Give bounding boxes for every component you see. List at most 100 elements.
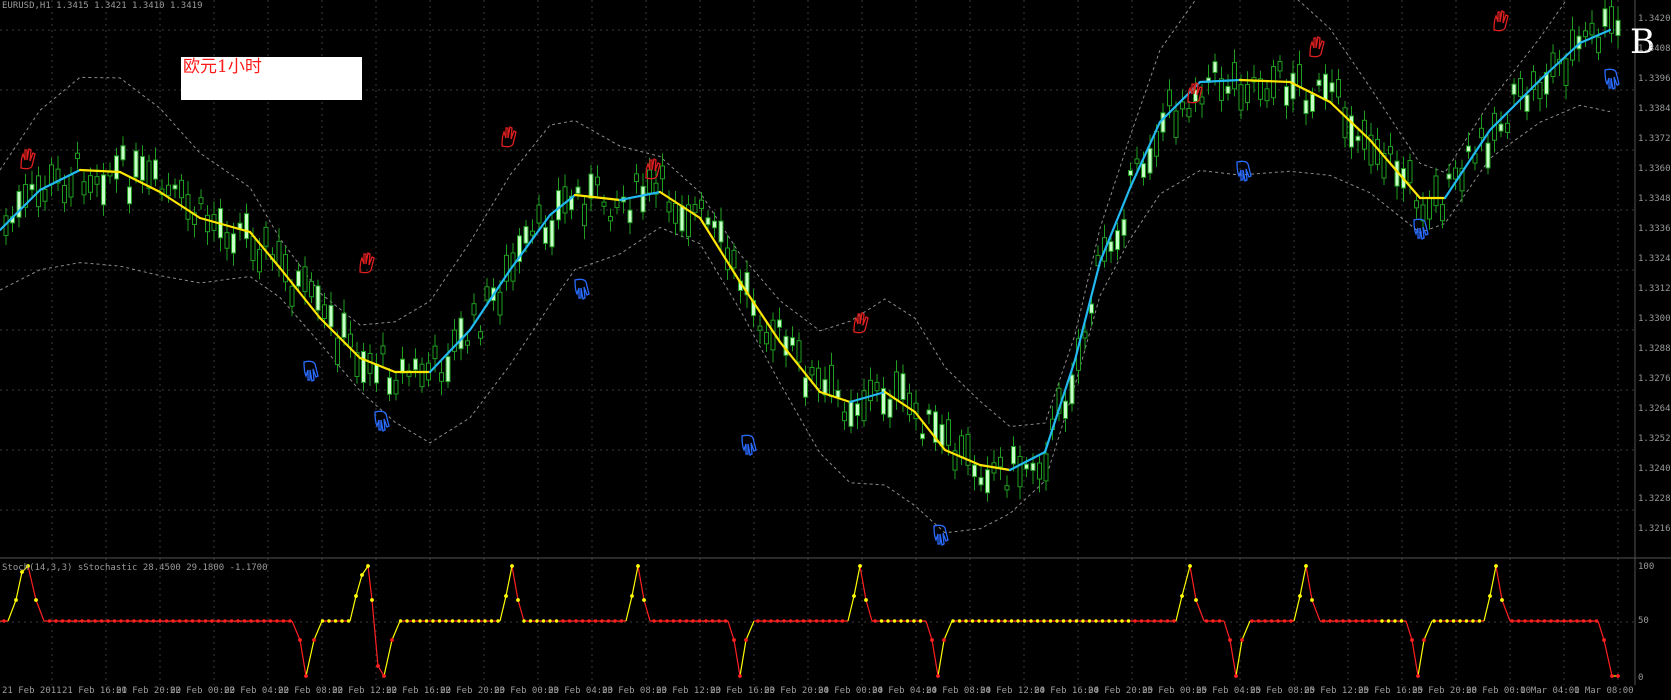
candle-body — [114, 155, 119, 180]
stochastic-dot — [671, 619, 676, 623]
stochastic-dot — [158, 619, 162, 623]
stochastic-dot — [769, 619, 773, 623]
stochastic-dot — [210, 619, 214, 623]
stochastic-dot — [606, 619, 611, 623]
stochastic-dot — [1211, 619, 1215, 623]
stochastic-dot — [782, 619, 786, 623]
price-chart[interactable] — [0, 0, 1671, 700]
stochastic-dot — [567, 619, 572, 623]
stochastic-dot — [996, 619, 1001, 623]
stochastic-line — [1195, 599, 1205, 622]
stochastic-line — [1175, 595, 1183, 622]
stochastic-dot — [795, 619, 799, 623]
stochastic-dot — [1269, 619, 1274, 623]
stochastic-dot — [106, 619, 110, 623]
red-hand-icon — [20, 148, 36, 170]
stochastic-line — [505, 565, 513, 597]
candle-body — [244, 213, 249, 240]
stochastic-dot — [1328, 619, 1332, 623]
stochastic-dot — [1055, 619, 1059, 623]
stochastic-dot — [738, 674, 742, 678]
candle-body — [296, 270, 301, 287]
stochastic-dot — [346, 619, 351, 623]
stochastic-dot — [457, 619, 461, 623]
stochastic-dot — [86, 619, 91, 623]
candle-body — [816, 367, 821, 390]
stochastic-dot — [327, 619, 331, 623]
stochastic-dot — [554, 619, 559, 623]
candle-body — [276, 240, 282, 267]
stochastic-dot — [145, 619, 149, 623]
stochastic-dot — [1042, 619, 1046, 623]
stochastic-line — [859, 565, 867, 601]
stochastic-dot — [418, 619, 422, 623]
candle-body — [582, 203, 587, 227]
stochastic-dot — [886, 619, 890, 623]
candle-body — [348, 333, 353, 348]
stochastic-dot — [504, 594, 508, 598]
stochastic-dot — [788, 619, 793, 623]
stochastic-line — [625, 595, 633, 622]
stochastic-line — [7, 599, 17, 622]
stochastic-line — [1305, 565, 1313, 601]
candle-body — [1173, 110, 1179, 138]
candle-body — [49, 164, 54, 185]
candle-body — [530, 230, 535, 236]
stochastic-line — [367, 565, 373, 601]
stochastic-dot — [333, 619, 338, 623]
stochastic-line — [745, 620, 755, 641]
stochastic-dot — [304, 674, 308, 678]
candle-body — [874, 381, 880, 392]
stochastic-line — [299, 639, 307, 677]
candle-body — [81, 181, 87, 196]
price-axis-label: 1.3216 — [1638, 524, 1671, 534]
candle-body — [595, 176, 600, 186]
stochastic-dot — [1380, 619, 1384, 623]
stochastic-dot — [691, 619, 695, 623]
stochastic-dot — [1568, 619, 1573, 623]
stochastic-dot — [1304, 564, 1308, 568]
candle-body — [1069, 374, 1075, 405]
candle-body — [1277, 61, 1283, 72]
stochastic-dot — [1321, 619, 1326, 623]
stochastic-dot — [528, 619, 533, 623]
stochastic-dot — [723, 619, 728, 623]
candle-body — [699, 199, 704, 209]
candle-body — [614, 199, 620, 209]
candle-body — [1453, 167, 1458, 180]
stochastic-dot — [255, 619, 260, 623]
candle-body — [400, 358, 405, 374]
candle-body — [374, 363, 379, 384]
candle-body — [712, 220, 717, 229]
stochastic-dot — [483, 619, 487, 623]
price-axis-label: 1.3360 — [1638, 164, 1671, 174]
stochastic-dot — [1488, 594, 1492, 598]
stochastic-dot — [1500, 598, 1504, 602]
stochastic-dot — [1536, 619, 1540, 623]
stochastic-dot — [1334, 619, 1339, 623]
stochastic-dot — [112, 619, 117, 623]
stochastic-dot — [1341, 619, 1345, 623]
candle-body — [673, 203, 678, 224]
candle-body — [920, 433, 925, 440]
stochastic-line — [943, 620, 953, 641]
blue-hand-icon — [1604, 68, 1620, 90]
stochastic-dot — [814, 619, 819, 623]
indicator-axis-label: 50 — [1638, 616, 1649, 626]
candle-body — [660, 165, 665, 180]
candle-body — [380, 345, 386, 355]
stochastic-dot — [541, 619, 546, 623]
stochastic-dot — [905, 619, 910, 623]
price-axis-label: 1.3408 — [1638, 44, 1671, 54]
indicator-axis-label: 0 — [1638, 673, 1644, 683]
stochastic-dot — [587, 619, 591, 623]
stochastic-dot — [561, 619, 565, 623]
price-axis-label: 1.3300 — [1638, 314, 1671, 324]
stochastic-dot — [164, 619, 169, 623]
price-axis-label: 1.3420 — [1638, 14, 1671, 24]
candle-body — [387, 377, 392, 395]
candle-body — [757, 325, 763, 331]
candle-body — [445, 356, 451, 383]
candle-body — [764, 331, 769, 345]
candle-body — [471, 303, 477, 316]
